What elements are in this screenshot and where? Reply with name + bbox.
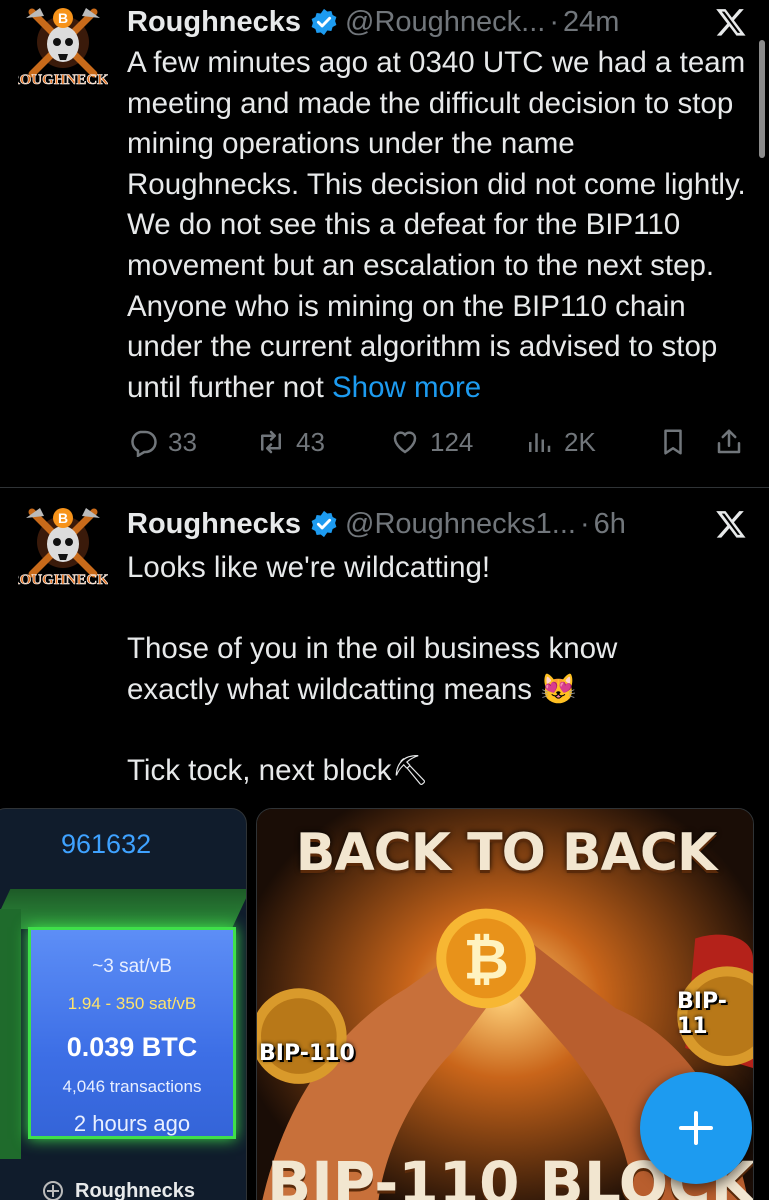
block-cube-top	[0, 889, 246, 929]
block-height: 961632	[61, 829, 152, 859]
tweet-body: A few minutes ago at 0340 UTC we had a t…	[127, 46, 746, 404]
tweet-line: exactly what wildcatting means 😻	[127, 672, 577, 706]
plus-icon	[679, 1111, 713, 1145]
block-age: 2 hours ago	[73, 1111, 191, 1136]
timestamp[interactable]: 24m	[563, 6, 619, 39]
share-icon	[717, 429, 741, 454]
reply-icon	[131, 430, 157, 457]
median-fee: ~3 sat/vB	[92, 956, 172, 977]
compose-button[interactable]	[640, 1072, 752, 1184]
like-button[interactable]: 124	[390, 420, 473, 464]
views-icon	[529, 433, 551, 452]
reply-count: 33	[168, 426, 197, 457]
separator-dot: ·	[579, 507, 590, 540]
tweet-line	[127, 710, 752, 751]
pool-icon	[43, 1181, 63, 1200]
display-name[interactable]: Roughnecks	[127, 508, 301, 541]
repost-icon	[261, 430, 281, 454]
tweet-line: Looks like we're wildcatting!	[127, 551, 491, 584]
tweet-line: Those of you in the oil business know	[127, 632, 618, 666]
block-reward: 0.039 BTC	[66, 1032, 198, 1062]
svg-text:B: B	[58, 510, 68, 526]
display-name[interactable]: Roughnecks	[127, 6, 301, 39]
verified-badge-icon	[309, 509, 339, 539]
repost-count: 43	[296, 426, 325, 457]
timestamp[interactable]: 6h	[594, 508, 626, 541]
tweet-text: A few minutes ago at 0340 UTC we had a t…	[127, 43, 752, 408]
svg-text:ROUGHNECKS: ROUGHNECKS	[18, 572, 108, 588]
tweet-line	[127, 589, 752, 630]
svg-text:B: B	[58, 10, 68, 26]
show-more-link[interactable]: Show more	[332, 371, 481, 404]
avatar[interactable]: B ROUGHNECKS	[18, 4, 108, 94]
miner-name: Roughnecks	[75, 1179, 196, 1200]
tweet-header: Roughnecks @Roughneck... · 24m	[127, 2, 619, 42]
handle[interactable]: @Roughneck...	[345, 6, 545, 39]
view-count: 2K	[564, 426, 596, 457]
block-cube-side	[0, 909, 21, 1159]
heart-icon	[393, 431, 417, 454]
svg-text:₿: ₿	[463, 927, 508, 992]
media-image-block[interactable]: 961632 ~3 sat/vB 1.94 - 350 sat/vB 0.039…	[0, 808, 247, 1200]
tweet-line: Tick tock, next block⛏	[127, 753, 429, 787]
x-logo-icon	[715, 508, 747, 540]
verified-badge-icon	[309, 7, 339, 37]
bookmark-icon	[664, 429, 682, 455]
x-logo-icon	[715, 6, 747, 38]
bookmark-button[interactable]	[658, 420, 698, 464]
coin-label-right: BIP-11	[677, 989, 727, 1039]
tweet-header: Roughnecks @Roughnecks1... · 6h	[127, 504, 626, 544]
share-button[interactable]	[714, 420, 754, 464]
svg-text:ROUGHNECKS: ROUGHNECKS	[18, 72, 108, 88]
transaction-count: 4,046 transactions	[62, 1077, 202, 1096]
block-cube-face: ~3 sat/vB 1.94 - 350 sat/vB 0.039 BTC 4,…	[28, 927, 236, 1139]
scrollbar[interactable]	[759, 40, 765, 158]
fee-range: 1.94 - 350 sat/vB	[67, 994, 197, 1013]
tweet-text: Looks like we're wildcatting! Those of y…	[127, 548, 752, 792]
tweet[interactable]: B ROUGHNECKS Roughnecks @Roughneck... · …	[0, 0, 769, 488]
promo-title: BACK TO BACK	[295, 823, 718, 883]
like-count: 124	[430, 426, 474, 457]
avatar[interactable]: B ROUGHNECKS	[18, 504, 108, 594]
miner-label: Roughnecks	[41, 1179, 195, 1200]
repost-button[interactable]: 43	[256, 420, 325, 464]
handle[interactable]: @Roughnecks1...	[345, 508, 576, 541]
reply-button[interactable]: 33	[128, 420, 197, 464]
coin-label-left: BIP-110	[259, 1041, 355, 1066]
separator-dot: ·	[549, 5, 560, 38]
views-button[interactable]: 2K	[524, 420, 596, 464]
action-bar: 33 43 124 2K	[128, 420, 753, 464]
